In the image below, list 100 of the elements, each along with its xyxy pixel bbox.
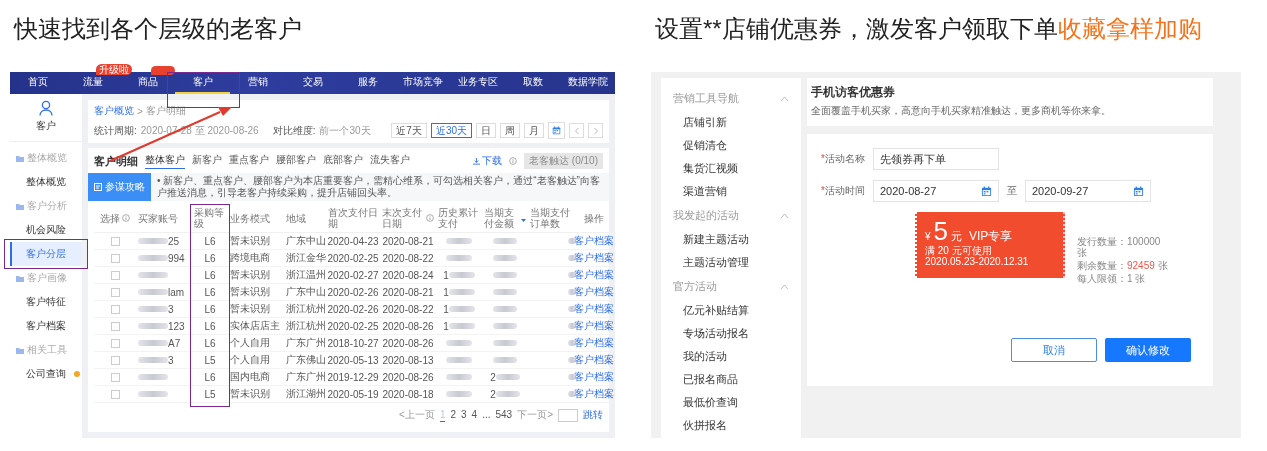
profile-link[interactable]: 客户档案	[573, 319, 614, 333]
nav-tab[interactable]: 服务	[340, 72, 395, 94]
customer-tab[interactable]: 整体客户	[145, 153, 185, 169]
profile-link[interactable]: 客户档案	[573, 302, 614, 316]
menu-item[interactable]: 集货汇视频	[673, 157, 801, 180]
range-button[interactable]: 周	[500, 123, 520, 138]
profile-link[interactable]: 客户档案	[573, 387, 614, 401]
confirm-button[interactable]: 确认修改	[1105, 338, 1191, 362]
value-prefix: 2	[490, 371, 496, 383]
table-cell: 2020-08-13	[380, 352, 436, 369]
calendar-icon[interactable]	[981, 185, 992, 197]
next-button[interactable]	[588, 123, 603, 138]
sidebar-item[interactable]: 公司查询	[10, 362, 82, 386]
sidebar-item[interactable]: 客户分层	[10, 242, 82, 266]
customer-tab[interactable]: 流失客户	[370, 153, 410, 169]
page-input[interactable]	[558, 408, 578, 422]
prev-button[interactable]	[569, 123, 584, 138]
sidebar-item[interactable]: 客户档案	[10, 314, 82, 338]
table-cell: L6	[192, 233, 228, 250]
profile-link[interactable]: 客户档案	[573, 285, 614, 299]
redacted-value	[568, 323, 576, 329]
row-checkbox[interactable]	[110, 236, 120, 246]
menu-item[interactable]: 专场活动报名	[673, 322, 801, 345]
profile-link[interactable]: 客户档案	[573, 370, 614, 384]
table-cell: L6	[192, 267, 228, 284]
row-checkbox[interactable]	[110, 338, 120, 348]
customer-tab[interactable]: 重点客户	[229, 153, 269, 169]
name-field[interactable]: 先领券再下单	[873, 148, 999, 170]
table-cell: 广东中山	[284, 284, 326, 301]
field-label: *活动时间	[820, 184, 865, 198]
page-number[interactable]: 3	[461, 408, 467, 422]
row-checkbox[interactable]	[110, 304, 120, 314]
menu-item[interactable]: 主题活动管理	[673, 251, 801, 274]
page-number[interactable]: 4	[471, 408, 478, 422]
nav-tab[interactable]: 营销	[230, 72, 285, 94]
range-button[interactable]: 近7天	[391, 123, 427, 138]
profile-link[interactable]: 客户档案	[573, 336, 614, 350]
nav-tab[interactable]: 业务专区	[450, 72, 505, 94]
chevron-icon[interactable]	[780, 95, 789, 102]
menu-item[interactable]: 店铺引新	[673, 111, 801, 134]
nav-tab[interactable]: 取数	[505, 72, 560, 94]
row-checkbox[interactable]	[110, 270, 120, 280]
page-number[interactable]: ...	[482, 408, 491, 422]
menu-item[interactable]: 我的活动	[673, 345, 801, 368]
page-number[interactable]: 2	[450, 408, 456, 422]
row-checkbox[interactable]	[110, 287, 120, 297]
customer-tab[interactable]: 新客户	[192, 153, 222, 169]
menu-item[interactable]: 新建主题活动	[673, 228, 801, 251]
row-checkbox[interactable]	[110, 253, 120, 263]
menu-item[interactable]: 已报名商品	[673, 368, 801, 391]
nav-tab[interactable]: 市场竞争	[395, 72, 450, 94]
menu-item[interactable]: 促销清仓	[673, 134, 801, 157]
profile-link[interactable]: 客户档案	[573, 268, 614, 282]
sidebar-item[interactable]: 整体概览	[10, 170, 82, 194]
cancel-button[interactable]: 取消	[1011, 338, 1097, 362]
profile-link[interactable]: 客户档案	[573, 251, 614, 265]
chevron-icon[interactable]	[780, 212, 789, 219]
download-link[interactable]: 下载	[473, 154, 503, 168]
profile-link[interactable]: 客户档案	[573, 234, 614, 248]
row-checkbox[interactable]	[110, 355, 120, 365]
column-header: 当期支付金额	[482, 204, 528, 233]
profile-link[interactable]: 客户档案	[573, 353, 614, 367]
nav-tab[interactable]: 交易	[285, 72, 340, 94]
menu-item[interactable]: 亿元补贴结算	[673, 299, 801, 322]
customer-tab[interactable]: 底部客户	[323, 153, 363, 169]
redacted-value	[493, 289, 517, 295]
row-checkbox[interactable]	[110, 372, 120, 382]
end-date-field[interactable]: 2020-09-27	[1025, 180, 1151, 202]
range-button[interactable]: 近30天	[430, 123, 472, 138]
redacted-value	[448, 323, 475, 329]
value-prefix: 1	[443, 286, 449, 298]
nav-tab[interactable]: 客户	[175, 72, 230, 94]
row-checkbox[interactable]	[110, 321, 120, 331]
nav-tab[interactable]: 数据学院	[560, 72, 615, 94]
redacted-value	[138, 238, 168, 244]
table-cell: 暂未识别	[228, 301, 284, 318]
range-button[interactable]: 月	[524, 123, 544, 138]
redacted-value	[568, 255, 576, 261]
start-date-field[interactable]: 2020-08-27	[873, 180, 999, 202]
calendar-icon[interactable]	[552, 126, 561, 135]
breadcrumb-link[interactable]: 客户概览	[94, 104, 134, 118]
range-button[interactable]: 日	[476, 123, 496, 138]
customer-tab[interactable]: 腰部客户	[276, 153, 316, 169]
menu-item[interactable]: 伙拼报名	[673, 414, 801, 437]
sidebar-title: 客户	[36, 119, 56, 133]
redacted-value	[568, 374, 576, 380]
row-checkbox[interactable]	[110, 389, 120, 399]
jump-link[interactable]: 跳转	[583, 408, 603, 422]
menu-item[interactable]: 渠道营销	[673, 180, 801, 203]
menu-item[interactable]: 最低价查询	[673, 391, 801, 414]
calendar-icon[interactable]	[1133, 185, 1144, 197]
sidebar-item[interactable]: 机会风险	[10, 218, 82, 242]
account-suffix: A7	[168, 337, 181, 349]
chevron-icon[interactable]	[780, 283, 789, 290]
folder-icon	[16, 154, 24, 162]
table-cell: 暂未识别	[228, 267, 284, 284]
nav-tab[interactable]: 首页	[10, 72, 65, 94]
page-number[interactable]: 543	[495, 408, 513, 422]
table-cell: 2020-08-26	[380, 318, 436, 335]
sidebar-item[interactable]: 客户特征	[10, 290, 82, 314]
